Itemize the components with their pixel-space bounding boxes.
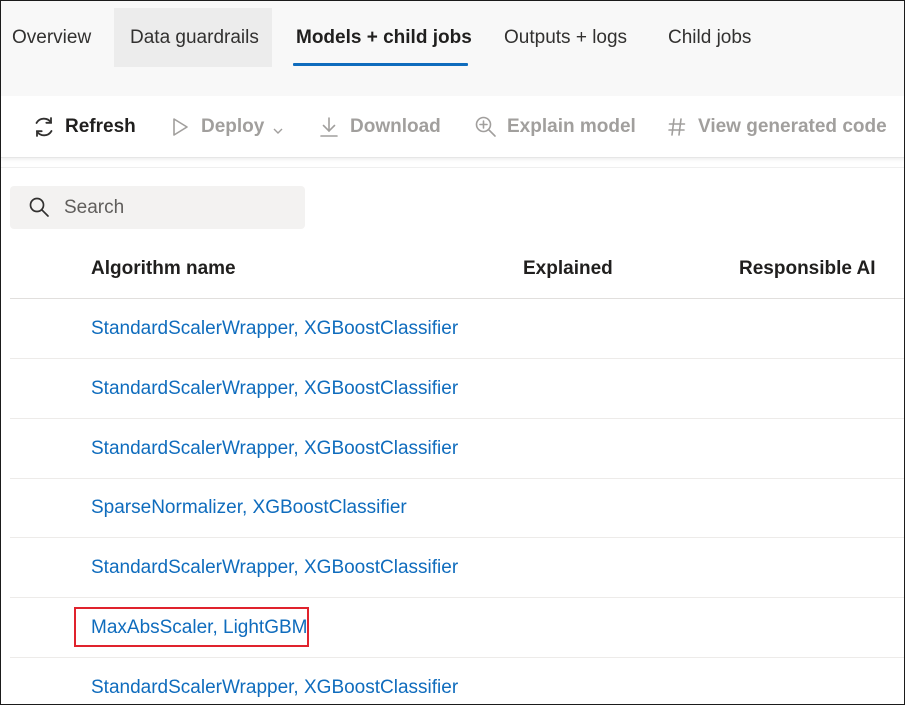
- active-tab-indicator: [293, 63, 468, 66]
- refresh-button[interactable]: Refresh: [31, 96, 136, 158]
- column-header-algorithm-name[interactable]: Algorithm name: [91, 249, 236, 289]
- algorithm-link[interactable]: StandardScalerWrapper, XGBoostClassifier: [91, 419, 458, 478]
- algorithm-link[interactable]: StandardScalerWrapper, XGBoostClassifier: [91, 658, 458, 704]
- tab-data-guardrails[interactable]: Data guardrails: [114, 8, 272, 67]
- download-label: Download: [350, 116, 441, 137]
- table-row: StandardScalerWrapper, XGBoostClassifier: [10, 359, 904, 419]
- app-window: Overview Data guardrails Models + child …: [0, 0, 905, 705]
- tab-child-jobs[interactable]: Child jobs: [668, 8, 751, 67]
- explain-model-label: Explain model: [507, 116, 636, 137]
- download-button[interactable]: Download: [316, 96, 441, 158]
- tab-models-child-jobs[interactable]: Models + child jobs: [296, 8, 472, 67]
- table-row: StandardScalerWrapper, XGBoostClassifier: [10, 538, 904, 598]
- refresh-label: Refresh: [65, 116, 136, 137]
- refresh-icon: [31, 114, 57, 140]
- column-header-explained[interactable]: Explained: [523, 249, 613, 289]
- view-generated-code-label: View generated code: [698, 116, 887, 137]
- download-icon: [316, 114, 342, 140]
- chevron-down-icon: [272, 121, 284, 134]
- deploy-label: Deploy: [201, 116, 265, 137]
- command-bar: Refresh Deploy Download Explain model Vi…: [1, 96, 904, 158]
- play-icon: [167, 114, 193, 140]
- table-row: StandardScalerWrapper, XGBoostClassifier: [10, 299, 904, 359]
- explain-model-button[interactable]: Explain model: [473, 96, 636, 158]
- highlight-box: [74, 607, 309, 647]
- algorithm-link[interactable]: SparseNormalizer, XGBoostClassifier: [91, 478, 407, 537]
- search-input[interactable]: [64, 186, 294, 229]
- table-row: SparseNormalizer, XGBoostClassifier: [10, 478, 904, 538]
- table-row: StandardScalerWrapper, XGBoostClassifier: [10, 419, 904, 479]
- tab-overview[interactable]: Overview: [12, 8, 91, 67]
- table-row: StandardScalerWrapper, XGBoostClassifier: [10, 658, 904, 704]
- view-generated-code-button[interactable]: View generated code: [664, 96, 887, 158]
- search-box[interactable]: [10, 186, 305, 229]
- algorithm-link[interactable]: StandardScalerWrapper, XGBoostClassifier: [91, 538, 458, 597]
- algorithm-link[interactable]: StandardScalerWrapper, XGBoostClassifier: [91, 359, 458, 418]
- search-icon: [28, 196, 50, 218]
- hash-icon: [664, 114, 690, 140]
- divider: [1, 167, 904, 168]
- tab-outputs-logs[interactable]: Outputs + logs: [504, 8, 627, 67]
- algorithm-link[interactable]: StandardScalerWrapper, XGBoostClassifier: [91, 299, 458, 358]
- zoom-in-icon: [473, 114, 499, 140]
- column-header-responsible-ai[interactable]: Responsible AI: [739, 249, 876, 289]
- deploy-button[interactable]: Deploy: [167, 96, 284, 158]
- tab-bar: Overview Data guardrails Models + child …: [1, 1, 904, 96]
